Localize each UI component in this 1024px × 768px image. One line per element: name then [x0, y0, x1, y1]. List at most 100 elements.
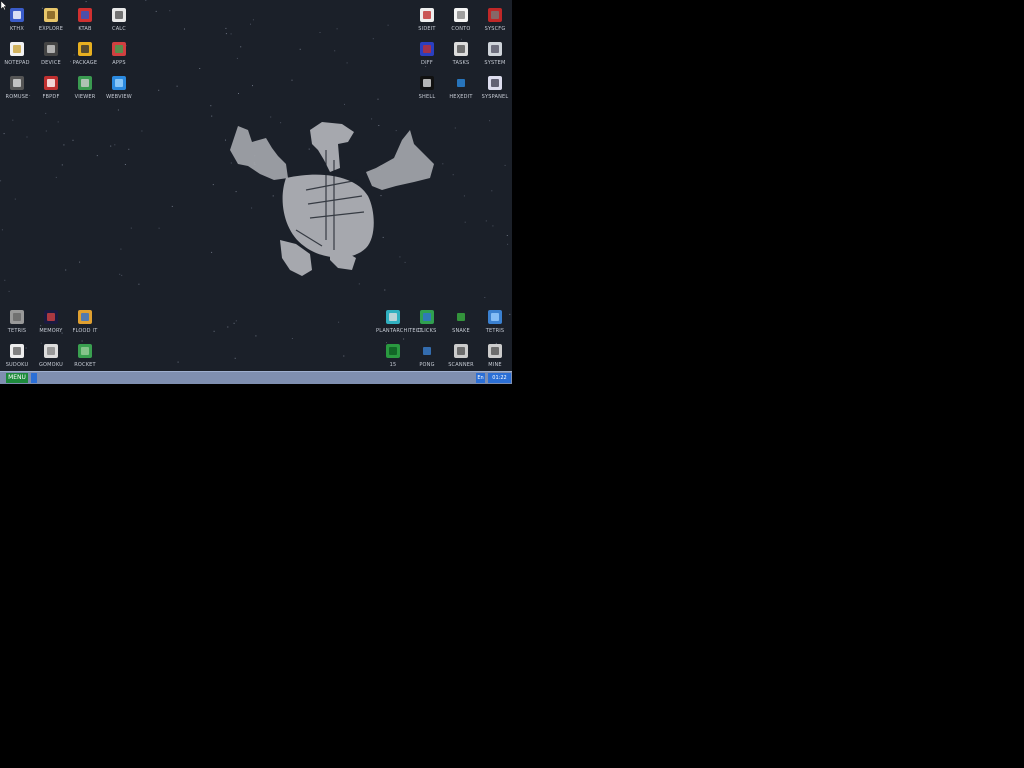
mine-icon — [488, 344, 502, 358]
desktop-icon-label: WEBVIEW — [106, 94, 132, 100]
hex-editor-icon — [454, 76, 468, 90]
desktop-icon-calc[interactable]: CALC — [102, 2, 136, 36]
pdf-icon — [44, 76, 58, 90]
flood-icon — [78, 310, 92, 324]
grid-icon — [386, 344, 400, 358]
desktop-icon-label: SCANNER — [448, 362, 474, 368]
desktop-icon-romuse[interactable]: ROMUSE — [0, 70, 34, 104]
terminal-icon — [420, 76, 434, 90]
globe-icon — [112, 76, 126, 90]
desktop-icon-label: TASKS — [452, 60, 470, 66]
wrench-icon — [488, 8, 502, 22]
chip-icon — [454, 42, 468, 56]
desktop-icon-sudoku[interactable]: SUDOKU — [0, 338, 34, 372]
keyboard-layout-indicator[interactable]: En — [476, 373, 485, 383]
desktop-icon-syscfg[interactable]: SYSCFG — [478, 2, 512, 36]
desktop-icon-scanner[interactable]: SCANNER — [444, 338, 478, 372]
desktop-icon-diff[interactable]: DIFF — [410, 36, 444, 70]
rocket-icon — [78, 344, 92, 358]
pong-icon — [420, 344, 434, 358]
desktop-icon-label: SYSCFG — [484, 26, 506, 32]
desktop-icon-webview[interactable]: WEBVIEW — [102, 70, 136, 104]
taskbar: MENU En 01:22 — [0, 371, 512, 384]
checker-icon — [44, 344, 58, 358]
quicklaunch-icon[interactable] — [31, 373, 37, 383]
desktop-icon-pong[interactable]: PONG — [410, 338, 444, 372]
desktop-icon-gomoku[interactable]: GOMOKU — [34, 338, 68, 372]
desktop-icon-label: SUDOKU — [5, 362, 29, 368]
desktop-icon-label: SNAKE — [452, 328, 470, 334]
desktop-icon-label: CALC — [112, 26, 126, 32]
desktop-icon-plantarchitect[interactable]: PLANTARCHITECT — [376, 304, 423, 338]
desktop-icon-15[interactable]: 15 — [376, 338, 410, 372]
desktop-icon-label: NOTEPAD — [4, 60, 30, 66]
scanner-icon — [454, 344, 468, 358]
desktop-icon-viewer[interactable]: VIEWER — [68, 70, 102, 104]
desktop-icon-shell[interactable]: SHELL — [410, 70, 444, 104]
desktop-icon-mine[interactable]: MINE — [478, 338, 512, 372]
chart-icon — [420, 8, 434, 22]
desktop-icon-conto[interactable]: CONTO — [444, 2, 478, 36]
mouse-cursor-icon — [1, 1, 7, 10]
desktop-icon-label: GOMOKU — [38, 362, 64, 368]
desktop-icon-memory[interactable]: MEMORY — [34, 304, 68, 338]
desktop-icon-label: TETRIS — [485, 328, 505, 334]
desktop-icon-label: CLICKS — [417, 328, 437, 334]
snake-icon — [454, 310, 468, 324]
desktop-icon-explore[interactable]: EXPLORE — [34, 2, 68, 36]
desktop-icon-label: SYSTEM — [484, 60, 506, 66]
desktop-icon-label: HEXEDIT — [449, 94, 473, 100]
menu-button[interactable]: MENU — [6, 373, 28, 383]
sliders-icon — [488, 76, 502, 90]
desktop-icon-label: CONTO — [451, 26, 471, 32]
desktop-icon-label: MEMORY — [39, 328, 63, 334]
plant-icon — [386, 310, 400, 324]
folder-icon — [44, 8, 58, 22]
desktop-icon-label: DEVICE — [41, 60, 61, 66]
calculator-icon — [112, 8, 126, 22]
game-icon — [10, 310, 24, 324]
desktop-icon-hexedit[interactable]: HEXEDIT — [444, 70, 478, 104]
desktop-icon-ktab[interactable]: KTAB — [68, 2, 102, 36]
document-icon — [10, 8, 24, 22]
desktop-icon-device[interactable]: DEVICE — [34, 36, 68, 70]
desktop-icon-fbpdf[interactable]: FBPDF — [34, 70, 68, 104]
desktop-icon-sideit[interactable]: SIDEIT — [410, 2, 444, 36]
desktop-icon-label: FBPDF — [42, 94, 60, 100]
desktop-icon-flood-it[interactable]: FLOOD IT — [68, 304, 102, 338]
desktop-icon-tetris[interactable]: TETRIS — [478, 304, 512, 338]
compare-icon — [420, 42, 434, 56]
desktop-icon-snake[interactable]: SNAKE — [444, 304, 478, 338]
desktop-icon-tasks[interactable]: TASKS — [444, 36, 478, 70]
desktop-icon-clicks[interactable]: CLICKS — [410, 304, 444, 338]
os-mascot-wallpaper — [230, 122, 434, 276]
desktop-icon-label: PLANTARCHITECT — [376, 328, 423, 334]
desktop-icon-label: ROCKET — [74, 362, 96, 368]
desktop-icon-system[interactable]: SYSTEM — [478, 36, 512, 70]
picture-icon — [78, 8, 92, 22]
desktop-icon-label: SHELL — [418, 94, 436, 100]
tools-icon — [78, 42, 92, 56]
desktop-icon-label: 15 — [389, 362, 397, 368]
desktop-icon-label: PACKAGE — [72, 60, 98, 66]
desktop-icon-label: VIEWER — [74, 94, 96, 100]
desktop-icon-package[interactable]: PACKAGE — [68, 36, 102, 70]
desktop-icon-apps[interactable]: APPS — [102, 36, 136, 70]
disk-icon — [10, 76, 24, 90]
desktop-icon-label: SYSPANEL — [481, 94, 509, 100]
desktop-icon-label: ROMUSE — [5, 94, 29, 100]
desktop-icon-label: TETRIS — [7, 328, 27, 334]
device-icon — [44, 42, 58, 56]
clock[interactable]: 01:22 — [488, 373, 511, 383]
cube-icon — [112, 42, 126, 56]
desktop-icon-syspanel[interactable]: SYSPANEL — [478, 70, 512, 104]
desktop-icon-rocket[interactable]: ROCKET — [68, 338, 102, 372]
desktop-icon-label: APPS — [112, 60, 126, 66]
window-icon — [454, 8, 468, 22]
sudoku-icon — [10, 344, 24, 358]
desktop-icon-notepad[interactable]: NOTEPAD — [0, 36, 34, 70]
desktop-icon-label: KTAB — [78, 26, 92, 32]
desktop-icon-tetris[interactable]: TETRIS — [0, 304, 34, 338]
desktop-icon-label: PONG — [419, 362, 435, 368]
desktop-icon-label: KTHX — [10, 26, 24, 32]
